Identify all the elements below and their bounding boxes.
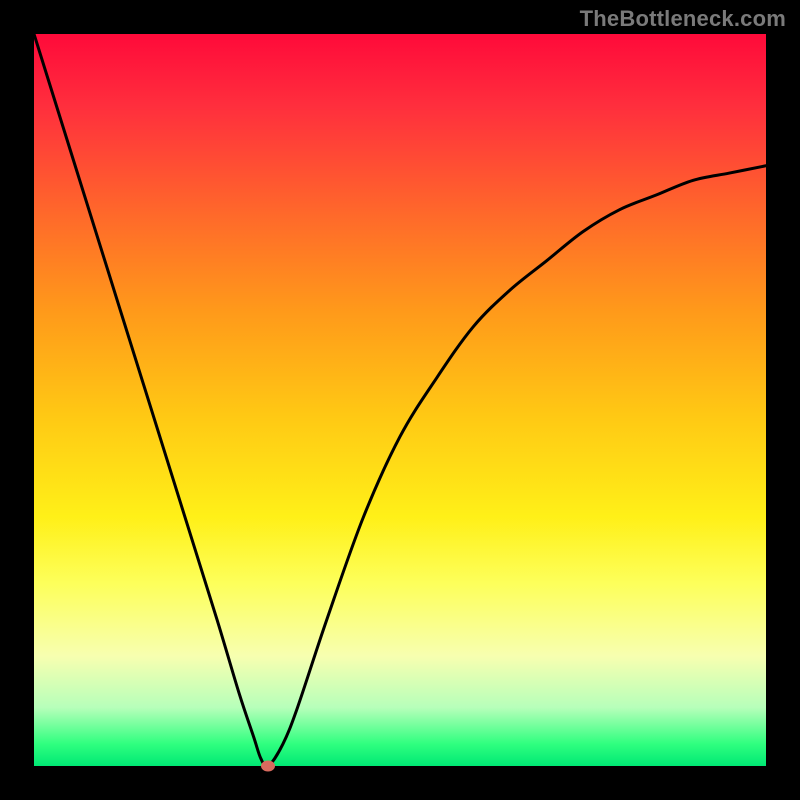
bottleneck-curve <box>34 34 766 766</box>
optimal-point-marker <box>261 761 275 772</box>
plot-area <box>34 34 766 766</box>
curve-layer <box>34 34 766 766</box>
watermark-text: TheBottleneck.com <box>580 6 786 32</box>
chart-frame: TheBottleneck.com <box>0 0 800 800</box>
